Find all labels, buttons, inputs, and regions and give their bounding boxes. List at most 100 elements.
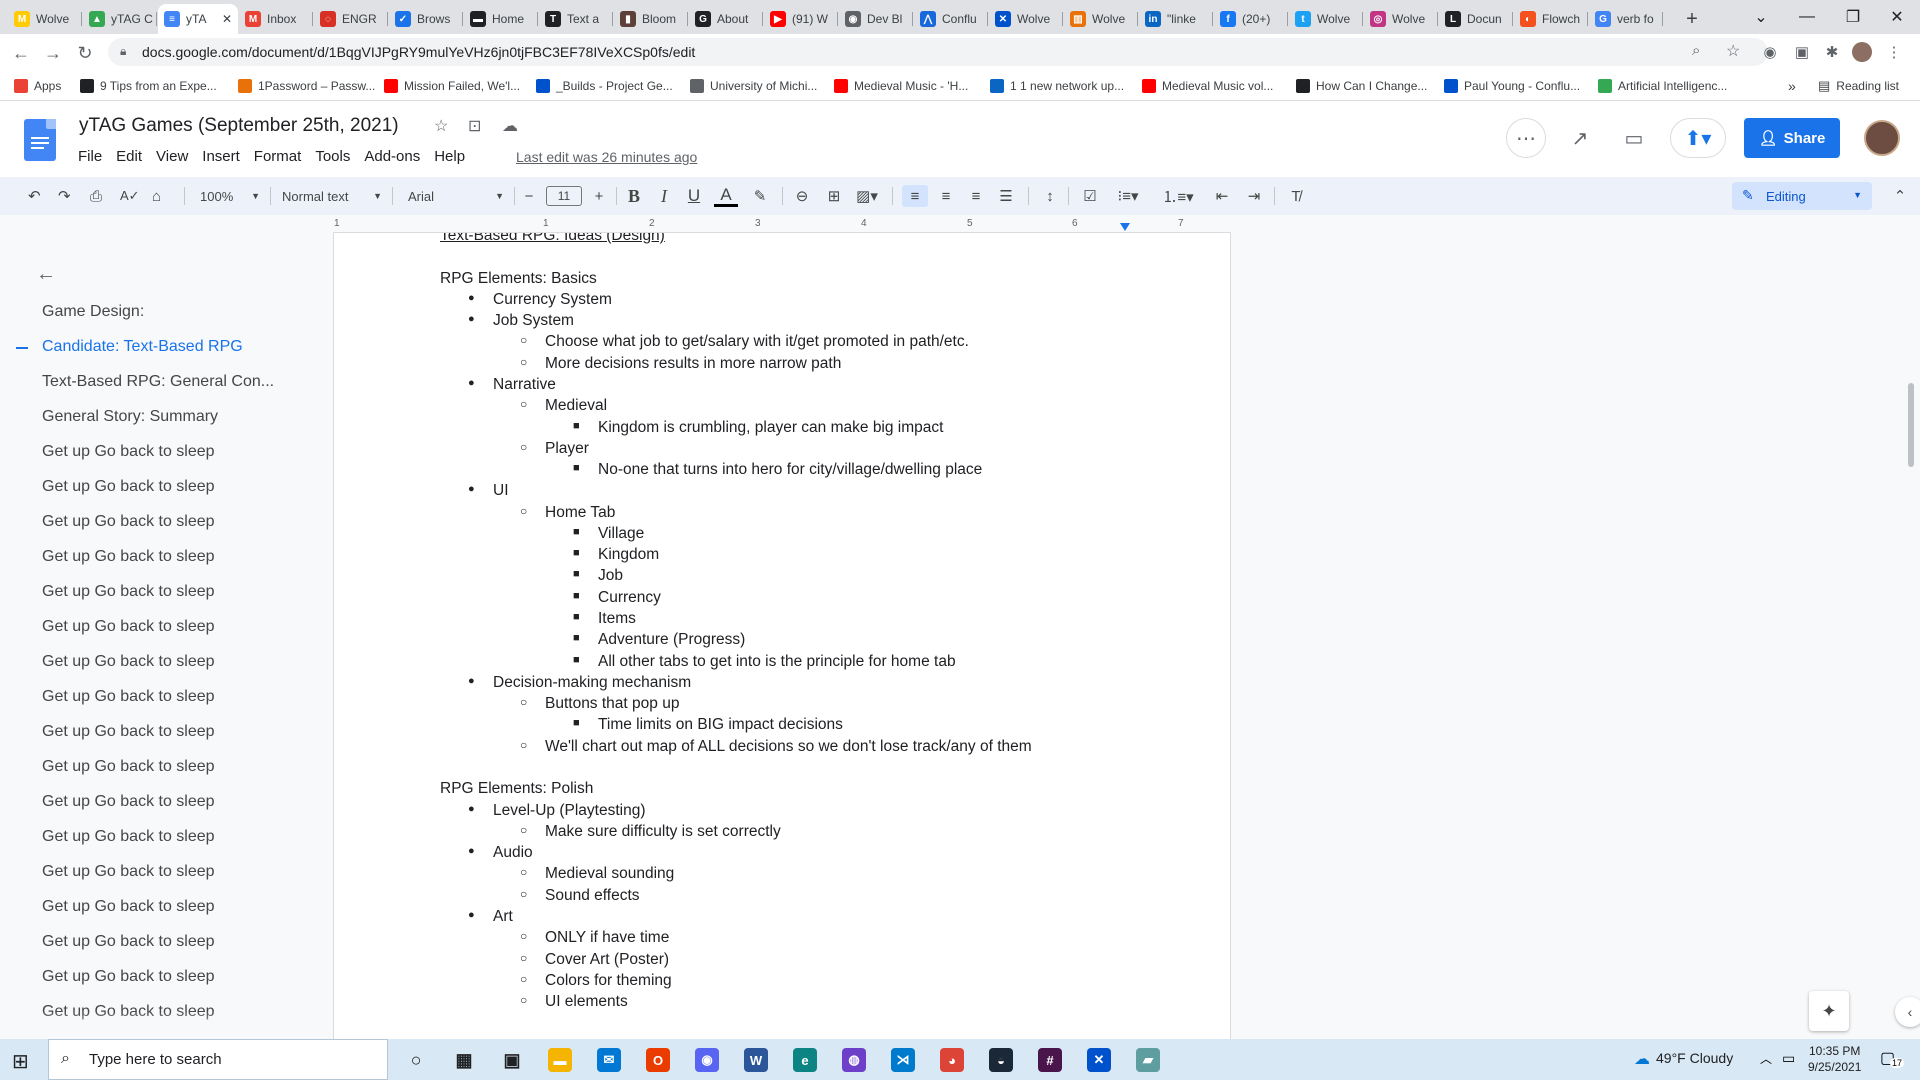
browser-tab[interactable]: ◐ Flowch [1514, 4, 1588, 34]
browser-tab[interactable]: ▥ Wolve [1064, 4, 1138, 34]
taskbar-search[interactable]: ⌕ Type here to search [48, 1039, 388, 1080]
browser-tab[interactable]: ◌ ENGR [314, 4, 388, 34]
outline-item[interactable]: Game Design: [42, 303, 144, 321]
bold-icon[interactable]: B [624, 185, 644, 207]
browser-tab[interactable]: ▬ Home [464, 4, 538, 34]
outline-item[interactable]: Get up Go back to sleep [42, 968, 215, 986]
weather-icon[interactable]: ☁ [1634, 1049, 1650, 1069]
outline-item[interactable]: Get up Go back to sleep [42, 653, 215, 671]
network-icon[interactable]: ▭ [1782, 1050, 1795, 1067]
outline-item[interactable]: Get up Go back to sleep [42, 758, 215, 776]
browser-tab[interactable]: in "linke [1139, 4, 1213, 34]
browser-tab[interactable]: ✓ Brows [389, 4, 463, 34]
jira-icon[interactable]: ✕ [1087, 1048, 1111, 1072]
bookmark-item[interactable]: University of Michi... [690, 76, 817, 96]
menu-edit[interactable]: Edit [116, 148, 142, 165]
mail-icon[interactable]: ✉ [597, 1048, 621, 1072]
word-icon[interactable]: W [744, 1048, 768, 1072]
outline-item[interactable]: Get up Go back to sleep [42, 688, 215, 706]
docs-logo-icon[interactable] [24, 119, 56, 161]
align-left-icon[interactable]: ≡ [902, 185, 928, 207]
edge-icon[interactable]: e [793, 1048, 817, 1072]
browser-tab[interactable]: Gverb fo [1589, 4, 1663, 34]
side-panel-toggle-icon[interactable]: ‹ [1895, 997, 1920, 1027]
close-outline-icon[interactable]: ← [36, 263, 56, 286]
store-icon[interactable]: ▣ [500, 1048, 524, 1072]
close-window-icon[interactable]: ✕ [1874, 0, 1920, 34]
document-title[interactable]: yTAG Games (September 25th, 2021) [79, 115, 399, 137]
right-indent-marker[interactable] [1120, 223, 1130, 231]
cloud-status-icon[interactable]: ☁ [502, 116, 518, 136]
add-comment-icon[interactable]: ⊞ [822, 185, 846, 207]
widgets-icon[interactable]: ▦ [452, 1048, 476, 1072]
browser-tab[interactable]: ◎ Wolve [1364, 4, 1438, 34]
user-avatar[interactable] [1864, 120, 1900, 156]
github-icon[interactable]: ◍ [842, 1048, 866, 1072]
reading-list-button[interactable]: ▤ Reading list [1818, 76, 1899, 96]
last-edit-link[interactable]: Last edit was 26 minutes ago [516, 149, 697, 165]
extension-screen-icon[interactable]: ▣ [1792, 42, 1812, 62]
bookmark-item[interactable]: How Can I Change... [1296, 76, 1427, 96]
browser-tab[interactable]: ▲ yTAG C [83, 4, 157, 34]
decrease-indent-icon[interactable]: ⇤ [1210, 185, 1234, 207]
vscode-icon[interactable]: ⋊ [891, 1048, 915, 1072]
outline-item[interactable]: Get up Go back to sleep [42, 583, 215, 601]
align-center-icon[interactable]: ≡ [934, 185, 958, 207]
redo-icon[interactable]: ↷ [58, 185, 71, 207]
minimize-icon[interactable]: — [1784, 0, 1830, 34]
italic-icon[interactable]: I [654, 185, 674, 207]
increase-font-size-icon[interactable]: + [590, 185, 608, 207]
horizontal-ruler[interactable]: 1 1 2 3 4 5 6 7 [334, 215, 1230, 233]
system-clock[interactable]: 10:35 PM 9/25/2021 [1808, 1043, 1861, 1075]
font-select[interactable]: Arial ▼ [408, 186, 504, 206]
outline-item[interactable]: Get up Go back to sleep [42, 933, 215, 951]
restore-icon[interactable]: ❐ [1830, 0, 1876, 34]
weather-text[interactable]: 49°F Cloudy [1656, 1050, 1733, 1066]
outline-item[interactable]: Get up Go back to sleep [42, 793, 215, 811]
spellcheck-icon[interactable]: A✓ [120, 185, 140, 207]
bookmark-item[interactable]: 9 Tips from an Expe... [80, 76, 217, 96]
extension-1password-icon[interactable]: ◉ [1760, 42, 1780, 62]
highlight-icon[interactable]: ✎ [748, 185, 772, 207]
move-folder-icon[interactable]: ⊡ [468, 116, 481, 136]
outline-item[interactable]: Get up Go back to sleep [42, 443, 215, 461]
line-spacing-icon[interactable]: ↕ [1038, 185, 1062, 207]
outline-item[interactable]: Get up Go back to sleep [42, 478, 215, 496]
forward-icon[interactable]: → [40, 40, 66, 66]
bookmark-item[interactable]: Medieval Music vol... [1142, 76, 1273, 96]
outline-item[interactable]: Get up Go back to sleep [42, 723, 215, 741]
menu-format[interactable]: Format [254, 148, 302, 165]
meet-icon[interactable]: ⋯ [1506, 118, 1546, 158]
outline-item[interactable]: Candidate: Text-Based RPG [16, 338, 243, 356]
align-right-icon[interactable]: ≡ [964, 185, 988, 207]
browser-tab[interactable]: T Text a [539, 4, 613, 34]
extensions-puzzle-icon[interactable]: ✱ [1822, 42, 1842, 62]
bookmark-item[interactable]: 1Password – Passw... [238, 76, 375, 96]
menu-insert[interactable]: Insert [202, 148, 240, 165]
clear-formatting-icon[interactable]: T̸ [1284, 185, 1308, 207]
editing-mode-select[interactable]: ✎ Editing ▼ [1732, 182, 1872, 210]
outline-item[interactable]: General Story: Summary [42, 408, 218, 426]
outline-item[interactable]: Get up Go back to sleep [42, 548, 215, 566]
font-size-input[interactable]: 11 [546, 186, 582, 206]
decrease-font-size-icon[interactable]: − [520, 185, 538, 207]
bookmark-item[interactable]: Artificial Intelligenc... [1598, 76, 1727, 96]
browser-tab[interactable]: M Wolve [8, 4, 82, 34]
menu-file[interactable]: File [78, 148, 102, 165]
slack-icon[interactable]: # [1038, 1048, 1062, 1072]
paint-format-icon[interactable]: ⌂ [152, 185, 161, 207]
star-icon[interactable]: ☆ [434, 116, 448, 136]
browser-menu-icon[interactable]: ⋮ [1884, 42, 1904, 62]
underline-icon[interactable]: U [684, 185, 704, 207]
bookmark-item[interactable]: Paul Young - Conflu... [1444, 76, 1580, 96]
menu-tools[interactable]: Tools [315, 148, 350, 165]
menu-addons[interactable]: Add-ons [364, 148, 420, 165]
bookmark-item[interactable]: _Builds - Project Ge... [536, 76, 673, 96]
bookmark-star-icon[interactable]: ☆ [1726, 41, 1740, 61]
new-tab-button[interactable]: + [1674, 4, 1710, 34]
discord-icon[interactable]: ◉ [695, 1048, 719, 1072]
text-color-icon[interactable]: A [714, 185, 738, 207]
bookmark-item[interactable]: Mission Failed, We'l... [384, 76, 520, 96]
outline-item[interactable]: Get up Go back to sleep [42, 898, 215, 916]
bulleted-list-icon[interactable]: ⁝≡▾ [1110, 185, 1146, 207]
